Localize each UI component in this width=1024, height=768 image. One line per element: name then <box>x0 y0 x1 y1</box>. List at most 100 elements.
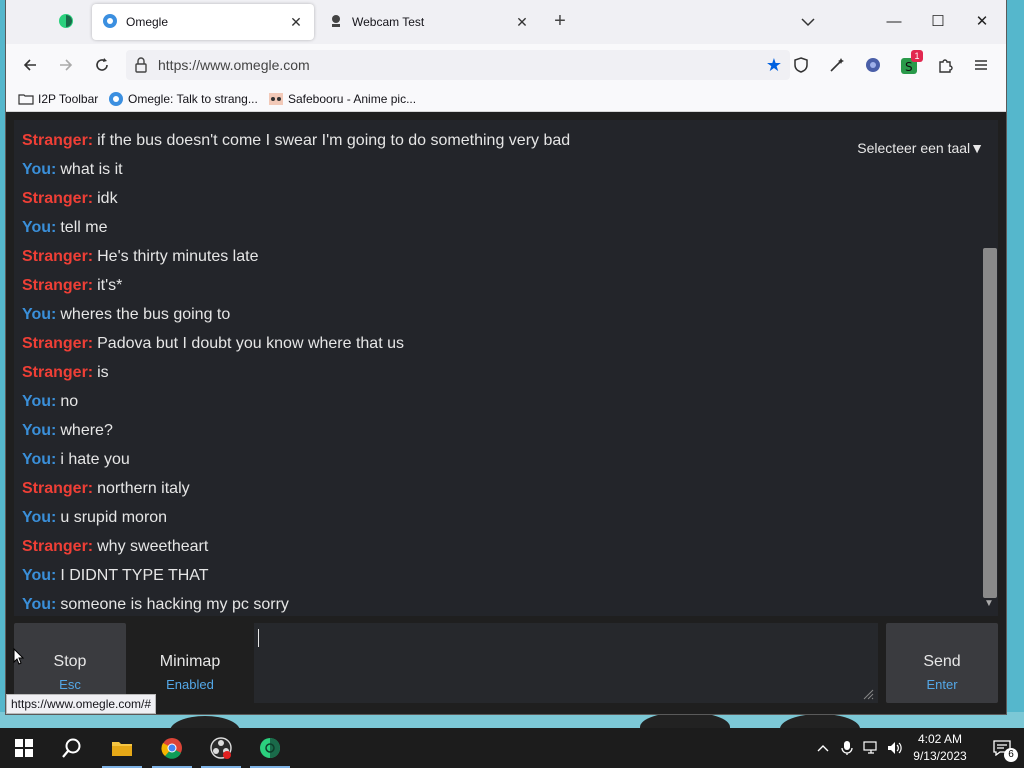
extension-globe-icon[interactable] <box>862 54 884 76</box>
send-shortcut: Enter <box>926 677 958 692</box>
desktop-wallpaper <box>0 712 1024 728</box>
bookmark-label: I2P Toolbar <box>38 92 99 106</box>
stop-button[interactable]: Stop Esc <box>14 623 126 703</box>
language-select[interactable]: Selecteer een taal▼ <box>857 140 984 156</box>
chat-scrollbar[interactable]: ▼ <box>980 120 998 616</box>
back-icon[interactable] <box>16 52 44 78</box>
file-explorer-icon[interactable] <box>98 728 146 768</box>
minimap-state: Enabled <box>166 677 214 692</box>
message-text: someone is hacking my pc sorry <box>60 596 289 613</box>
omegle-favicon-icon <box>102 13 118 32</box>
chat-message: You: I DIDNT TYPE THAT <box>22 567 209 585</box>
extension-s-icon[interactable]: S 1 <box>898 50 923 76</box>
message-text: I DIDNT TYPE THAT <box>60 567 209 584</box>
magic-wand-icon[interactable] <box>826 54 848 76</box>
microphone-icon[interactable] <box>836 728 858 768</box>
search-icon[interactable] <box>48 728 96 768</box>
send-button[interactable]: Send Enter <box>886 623 998 703</box>
message-text: wheres the bus going to <box>60 306 231 323</box>
sender-you: You: <box>22 161 57 178</box>
extension-badge: 1 <box>911 50 923 62</box>
message-text: He's thirty minutes late <box>97 248 259 265</box>
sender-stranger: Stranger: <box>22 190 94 207</box>
chat-message: Stranger: idk <box>22 190 118 208</box>
webcam-favicon-icon <box>328 13 344 32</box>
minimap-toggle[interactable]: Minimap Enabled <box>132 623 248 703</box>
message-text: northern italy <box>97 480 190 497</box>
start-icon[interactable] <box>0 728 48 768</box>
bookmark-safebooru[interactable]: Safebooru - Anime pic... <box>268 90 416 108</box>
tab-webcam-test[interactable]: Webcam Test ✕ <box>318 4 540 40</box>
bookmark-omegle[interactable]: Omegle: Talk to strang... <box>108 90 258 108</box>
clock-date: 9/13/2023 <box>913 749 967 763</box>
stop-label: Stop <box>53 653 87 670</box>
scrollbar-thumb[interactable] <box>983 248 997 598</box>
chat-message: You: no <box>22 393 78 411</box>
puzzle-icon[interactable] <box>934 54 956 76</box>
reload-icon[interactable] <box>88 52 116 78</box>
chat-log[interactable]: Selecteer een taal▼ Stranger: if the bus … <box>14 120 998 616</box>
chat-message: Stranger: is <box>22 364 109 382</box>
chat-message: You: tell me <box>22 219 107 237</box>
sender-you: You: <box>22 509 57 526</box>
message-text: where? <box>60 422 113 439</box>
resize-handle-icon[interactable] <box>862 687 874 700</box>
chat-message: Stranger: northern italy <box>22 480 190 498</box>
obs-icon[interactable] <box>197 728 245 768</box>
omegle-page: Selecteer een taal▼ Stranger: if the bus … <box>6 112 1006 714</box>
message-text: if the bus doesn't come I swear I'm goin… <box>97 132 571 149</box>
minimap-label: Minimap <box>159 653 221 670</box>
chat-message: You: what is it <box>22 161 123 179</box>
bookmark-label: Omegle: Talk to strang... <box>128 92 258 106</box>
maximize-icon[interactable]: ☐ <box>926 10 950 34</box>
message-input[interactable] <box>254 623 878 703</box>
message-text: no <box>60 393 79 410</box>
sender-you: You: <box>22 393 57 410</box>
chat-message: Stranger: Padova but I doubt you know whe… <box>22 335 404 353</box>
sender-stranger: Stranger: <box>22 538 94 555</box>
tab-close-icon[interactable]: ✕ <box>514 14 530 30</box>
chevron-down-icon[interactable] <box>798 12 818 32</box>
scroll-down-icon[interactable]: ▼ <box>984 598 994 609</box>
bookmarks-toolbar: I2P Toolbar Omegle: Talk to strang... Sa… <box>6 86 1006 112</box>
chat-message: You: i hate you <box>22 451 130 469</box>
lock-icon[interactable] <box>134 57 148 78</box>
taskbar-clock[interactable]: 4:02 AM 9/13/2023 <box>910 731 970 765</box>
tab-bar: Omegle ✕ Webcam Test ✕ + — ☐ ✕ <box>6 0 1006 44</box>
text-caret <box>258 629 259 647</box>
message-text: i hate you <box>60 451 130 468</box>
chat-message: Stranger: it's* <box>22 277 122 295</box>
message-text: u srupid moron <box>60 509 168 526</box>
forward-icon[interactable] <box>52 52 80 78</box>
tray-chevron-up-icon[interactable] <box>812 728 834 768</box>
close-window-icon[interactable]: ✕ <box>970 10 994 34</box>
svg-text:S: S <box>905 60 913 74</box>
network-icon[interactable] <box>860 728 882 768</box>
tab-title: Webcam Test <box>352 15 425 29</box>
menu-icon[interactable] <box>970 54 992 76</box>
chat-message: Stranger: He's thirty minutes late <box>22 248 258 266</box>
minimize-icon[interactable]: — <box>882 10 906 34</box>
bookmark-i2p-toolbar[interactable]: I2P Toolbar <box>18 90 98 108</box>
chat-controls: Stop Esc Minimap Enabled Send Enter <box>14 623 998 703</box>
volume-icon[interactable] <box>884 728 906 768</box>
stop-shortcut: Esc <box>59 677 81 692</box>
pinned-tab[interactable] <box>44 4 88 40</box>
new-tab-icon[interactable]: + <box>550 11 570 32</box>
sender-you: You: <box>22 306 57 323</box>
tab-omegle[interactable]: Omegle ✕ <box>92 4 314 40</box>
message-text: why sweetheart <box>97 538 209 555</box>
notification-center-icon[interactable]: 6 <box>982 728 1022 768</box>
chrome-icon[interactable] <box>148 728 196 768</box>
navigation-bar: https://www.omegle.com ★ S 1 <box>6 44 1006 86</box>
safebooru-favicon-icon <box>268 91 284 107</box>
address-bar[interactable]: https://www.omegle.com ★ <box>126 50 790 80</box>
bookmark-star-icon[interactable]: ★ <box>766 55 782 75</box>
sender-stranger: Stranger: <box>22 335 94 352</box>
status-url-tooltip: https://www.omegle.com/# <box>6 694 157 714</box>
tab-close-icon[interactable]: ✕ <box>288 14 304 30</box>
shield-icon[interactable] <box>790 54 812 76</box>
sender-you: You: <box>22 219 57 236</box>
tor-browser-icon[interactable] <box>246 728 294 768</box>
notification-count: 6 <box>1004 748 1018 762</box>
